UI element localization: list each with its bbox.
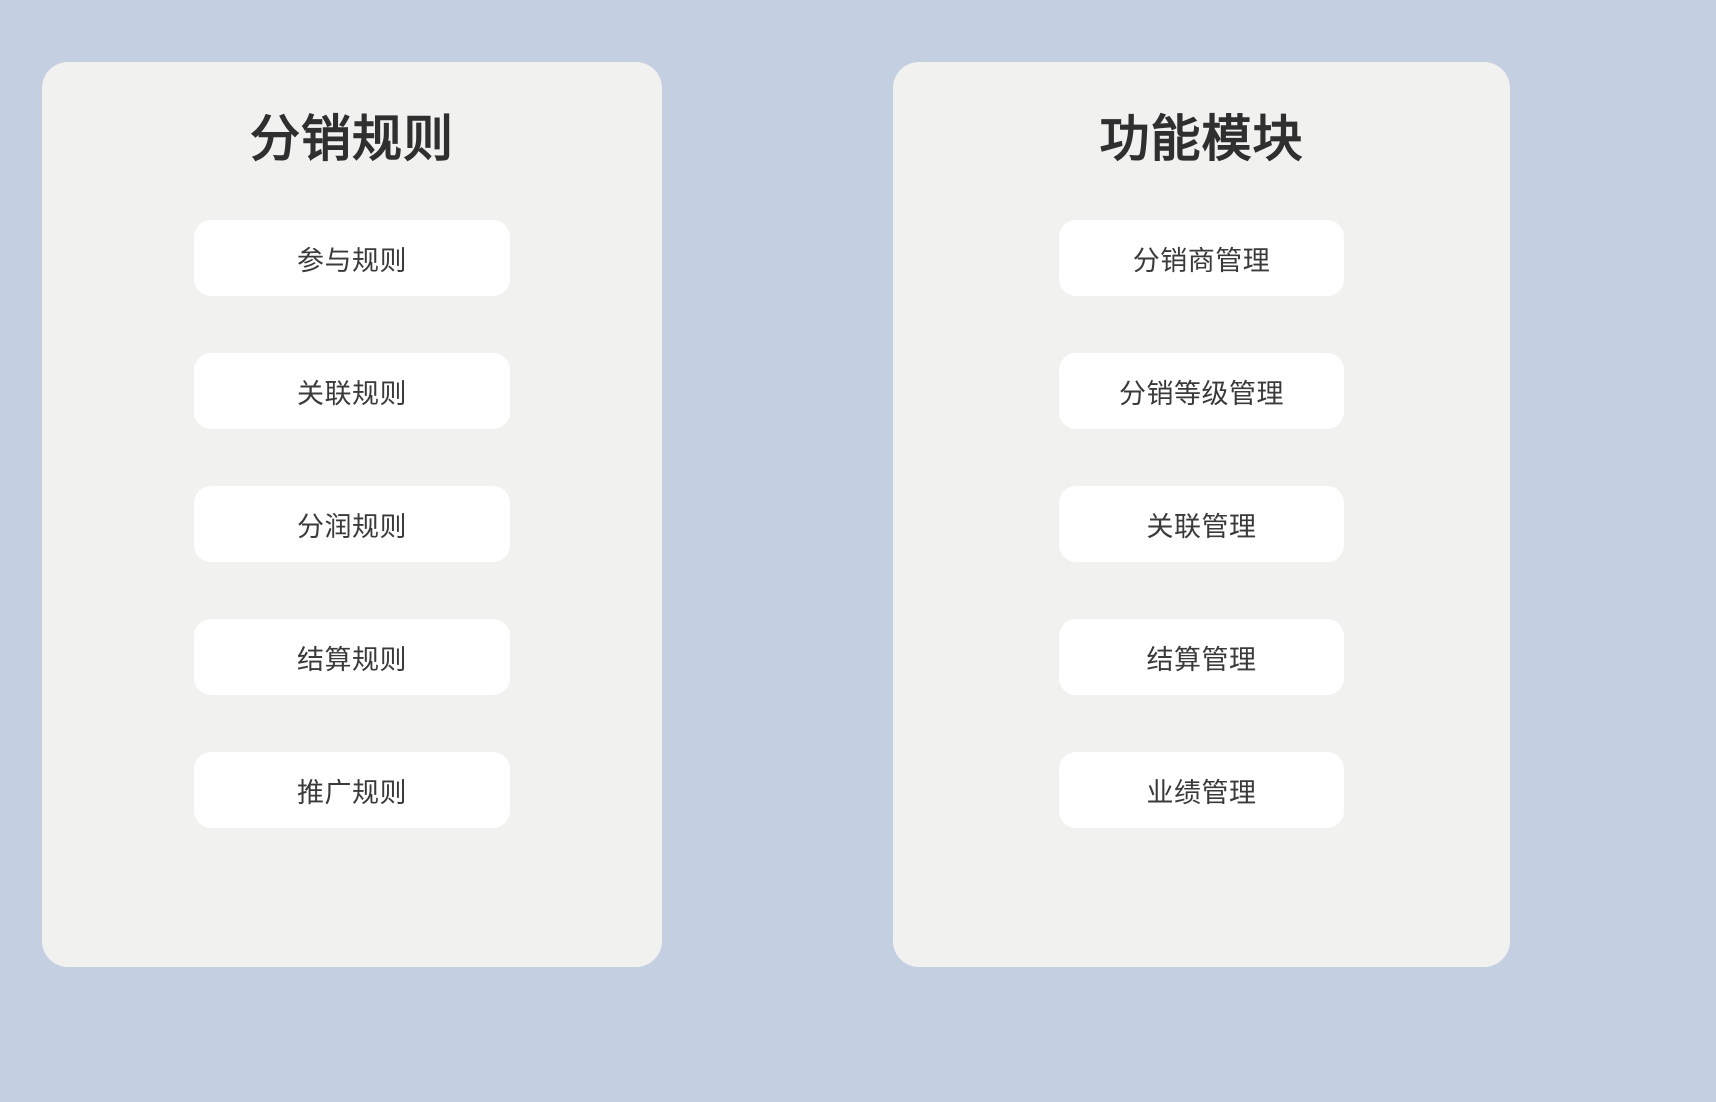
list-item-label: 推广规则 <box>297 777 407 808</box>
list-item-label: 分销等级管理 <box>1119 378 1284 409</box>
item-list-distribution-rules: 参与规则 关联规则 分润规则 结算规则 推广规则 <box>42 220 662 828</box>
item-list-function-modules: 分销商管理 分销等级管理 关联管理 结算管理 业绩管理 <box>893 220 1510 828</box>
list-item-label: 分销商管理 <box>1132 245 1271 276</box>
list-item-performance-management[interactable]: 业绩管理 <box>1059 752 1344 828</box>
list-item-distributor-management[interactable]: 分销商管理 <box>1059 220 1344 296</box>
panel-distribution-rules: 分销规则 参与规则 关联规则 分润规则 结算规则 推广规则 <box>42 62 662 967</box>
list-item-label: 结算规则 <box>297 644 407 675</box>
list-item-association-rule[interactable]: 关联规则 <box>194 353 510 429</box>
list-item-promotion-rule[interactable]: 推广规则 <box>194 752 510 828</box>
list-item-participation-rule[interactable]: 参与规则 <box>194 220 510 296</box>
list-item-settlement-rule[interactable]: 结算规则 <box>194 619 510 695</box>
panel-title-distribution-rules: 分销规则 <box>250 111 454 167</box>
board: 分销规则 参与规则 关联规则 分润规则 结算规则 推广规则 功能模块 分销商管理 <box>0 0 1716 1102</box>
panel-function-modules: 功能模块 分销商管理 分销等级管理 关联管理 结算管理 业绩管理 <box>893 62 1510 967</box>
list-item-label: 结算管理 <box>1146 644 1257 675</box>
list-item-label: 参与规则 <box>297 245 407 276</box>
list-item-label: 关联规则 <box>297 378 407 409</box>
list-item-label: 分润规则 <box>297 511 407 542</box>
panel-title-function-modules: 功能模块 <box>1099 111 1304 167</box>
list-item-settlement-management[interactable]: 结算管理 <box>1059 619 1344 695</box>
list-item-label: 关联管理 <box>1146 511 1257 542</box>
list-item-distribution-level-management[interactable]: 分销等级管理 <box>1059 353 1344 429</box>
list-item-label: 业绩管理 <box>1146 777 1257 808</box>
list-item-association-management[interactable]: 关联管理 <box>1059 486 1344 562</box>
list-item-profit-sharing-rule[interactable]: 分润规则 <box>194 486 510 562</box>
